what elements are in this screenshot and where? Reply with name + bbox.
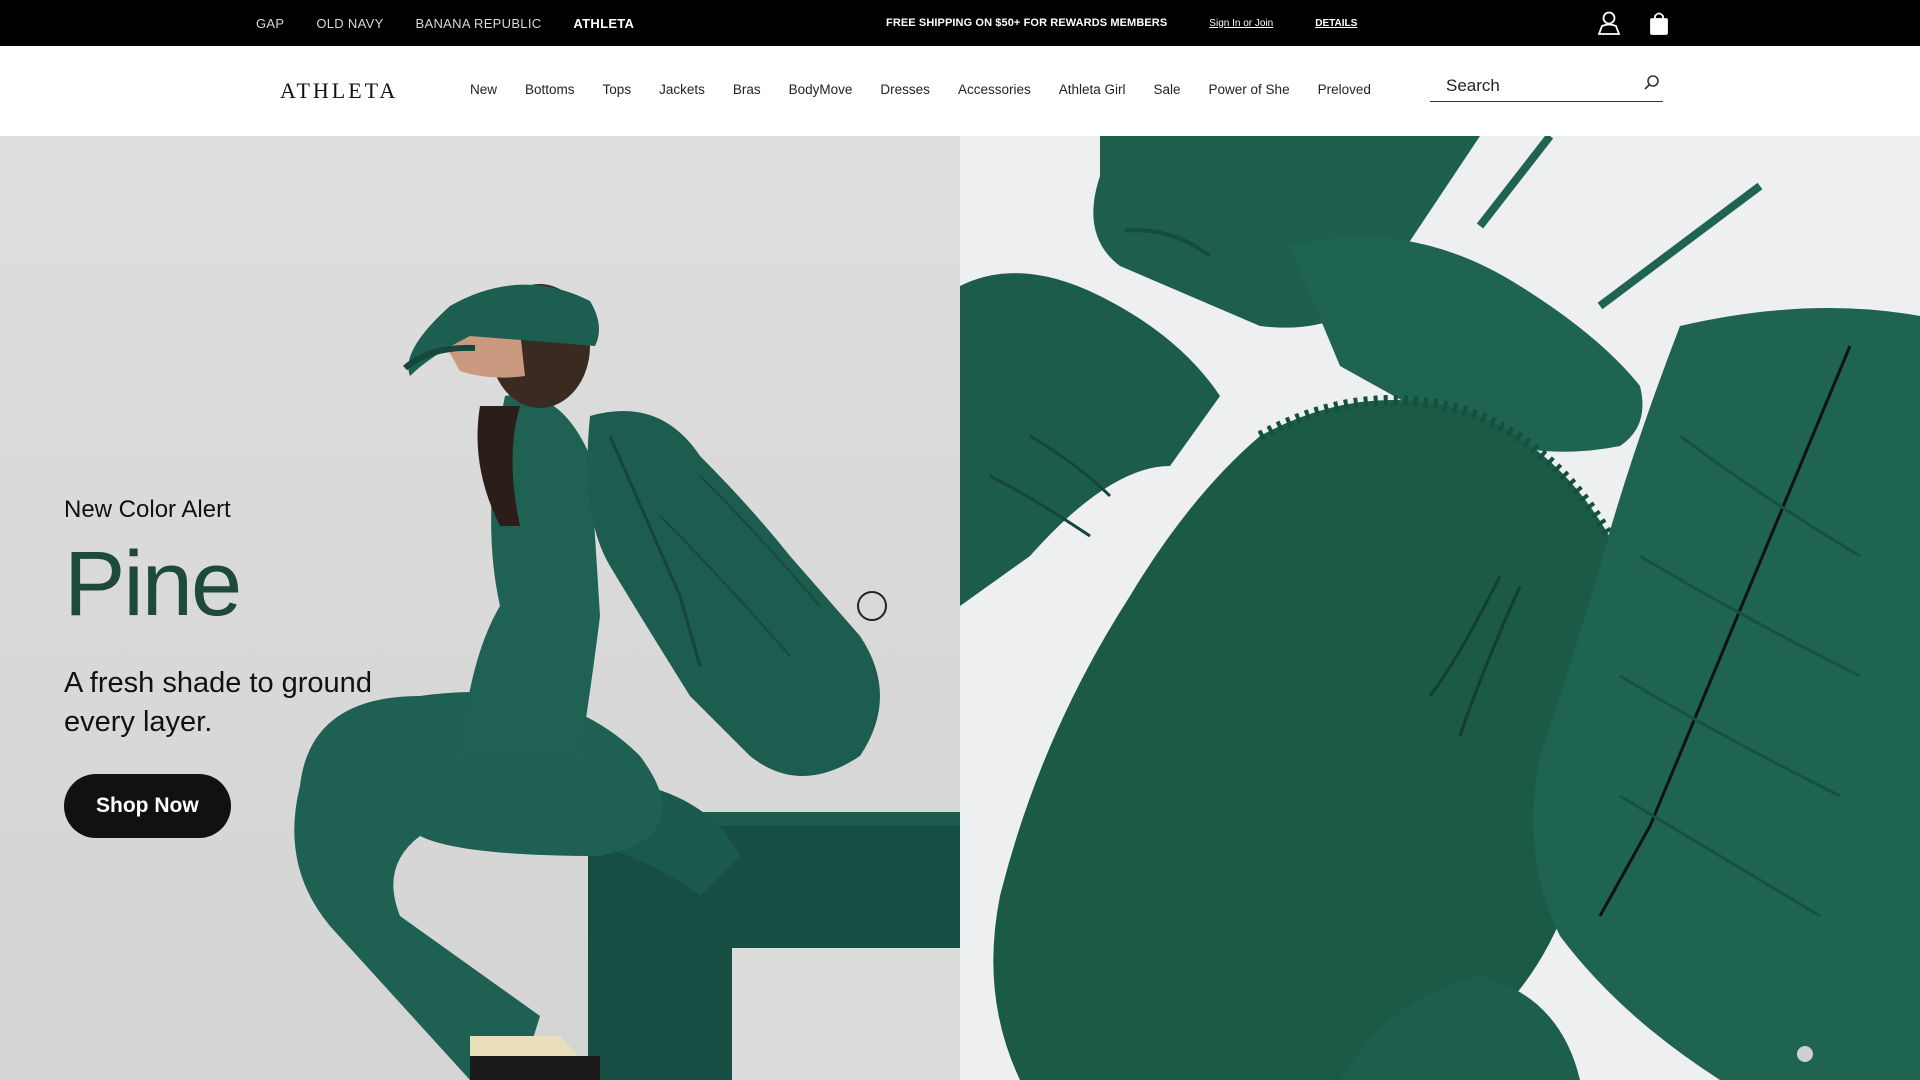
- nav-item-accessories[interactable]: Accessories: [958, 82, 1031, 97]
- search-input[interactable]: [1446, 75, 1626, 96]
- nav-item-athleta-girl[interactable]: Athleta Girl: [1059, 82, 1126, 97]
- hero-headline: Pine: [64, 533, 242, 635]
- nav-item-preloved[interactable]: Preloved: [1318, 82, 1371, 97]
- main-header: ATHLETA New Bottoms Tops Jackets Bras Bo…: [0, 46, 1920, 136]
- promo-banner: FREE SHIPPING ON $50+ FOR REWARDS MEMBER…: [886, 0, 1357, 46]
- nav-item-jackets[interactable]: Jackets: [659, 82, 705, 97]
- nav-item-power-of-she[interactable]: Power of She: [1209, 82, 1290, 97]
- shopping-bag-icon[interactable]: [1646, 10, 1672, 36]
- nav-item-bottoms[interactable]: Bottoms: [525, 82, 575, 97]
- search-box: [1430, 70, 1663, 102]
- athleta-logo[interactable]: ATHLETA: [280, 78, 398, 104]
- brand-link-gap[interactable]: GAP: [256, 16, 284, 31]
- flatlay-photo: [960, 136, 1920, 1080]
- shop-now-button[interactable]: Shop Now: [64, 774, 231, 839]
- hero-text-block: New Color Alert Pine A fresh shade to gr…: [64, 496, 404, 839]
- nav-item-dresses[interactable]: Dresses: [880, 82, 930, 97]
- brand-link-old-navy[interactable]: OLD NAVY: [316, 16, 383, 31]
- nav-item-sale[interactable]: Sale: [1154, 82, 1181, 97]
- hero-eyebrow: New Color Alert: [64, 496, 231, 523]
- nav-item-tops[interactable]: Tops: [603, 82, 632, 97]
- promo-message: FREE SHIPPING ON $50+ FOR REWARDS MEMBER…: [886, 17, 1168, 29]
- main-nav: New Bottoms Tops Jackets Bras BodyMove D…: [470, 82, 1371, 97]
- hero-flatlay-image: [960, 136, 1920, 1080]
- hero-banner: New Color Alert Pine A fresh shade to gr…: [0, 136, 1920, 1080]
- brand-link-athleta[interactable]: ATHLETA: [573, 16, 634, 31]
- account-icon[interactable]: [1596, 10, 1622, 36]
- nav-item-bodymove[interactable]: BodyMove: [789, 82, 853, 97]
- details-link[interactable]: DETAILS: [1315, 18, 1357, 29]
- brand-links: GAP OLD NAVY BANANA REPUBLIC ATHLETA: [256, 0, 634, 46]
- brand-bar: GAP OLD NAVY BANANA REPUBLIC ATHLETA FRE…: [0, 0, 1920, 46]
- top-icons: [1596, 0, 1672, 46]
- nav-item-new[interactable]: New: [470, 82, 497, 97]
- hero-model-image: New Color Alert Pine A fresh shade to gr…: [0, 136, 960, 1080]
- hero-subline: A fresh shade to ground every layer.: [64, 667, 372, 739]
- brand-link-banana-republic[interactable]: BANANA REPUBLIC: [416, 16, 542, 31]
- nav-item-bras[interactable]: Bras: [733, 82, 761, 97]
- search-icon[interactable]: [1643, 74, 1661, 97]
- sign-in-link[interactable]: Sign In or Join: [1209, 18, 1273, 29]
